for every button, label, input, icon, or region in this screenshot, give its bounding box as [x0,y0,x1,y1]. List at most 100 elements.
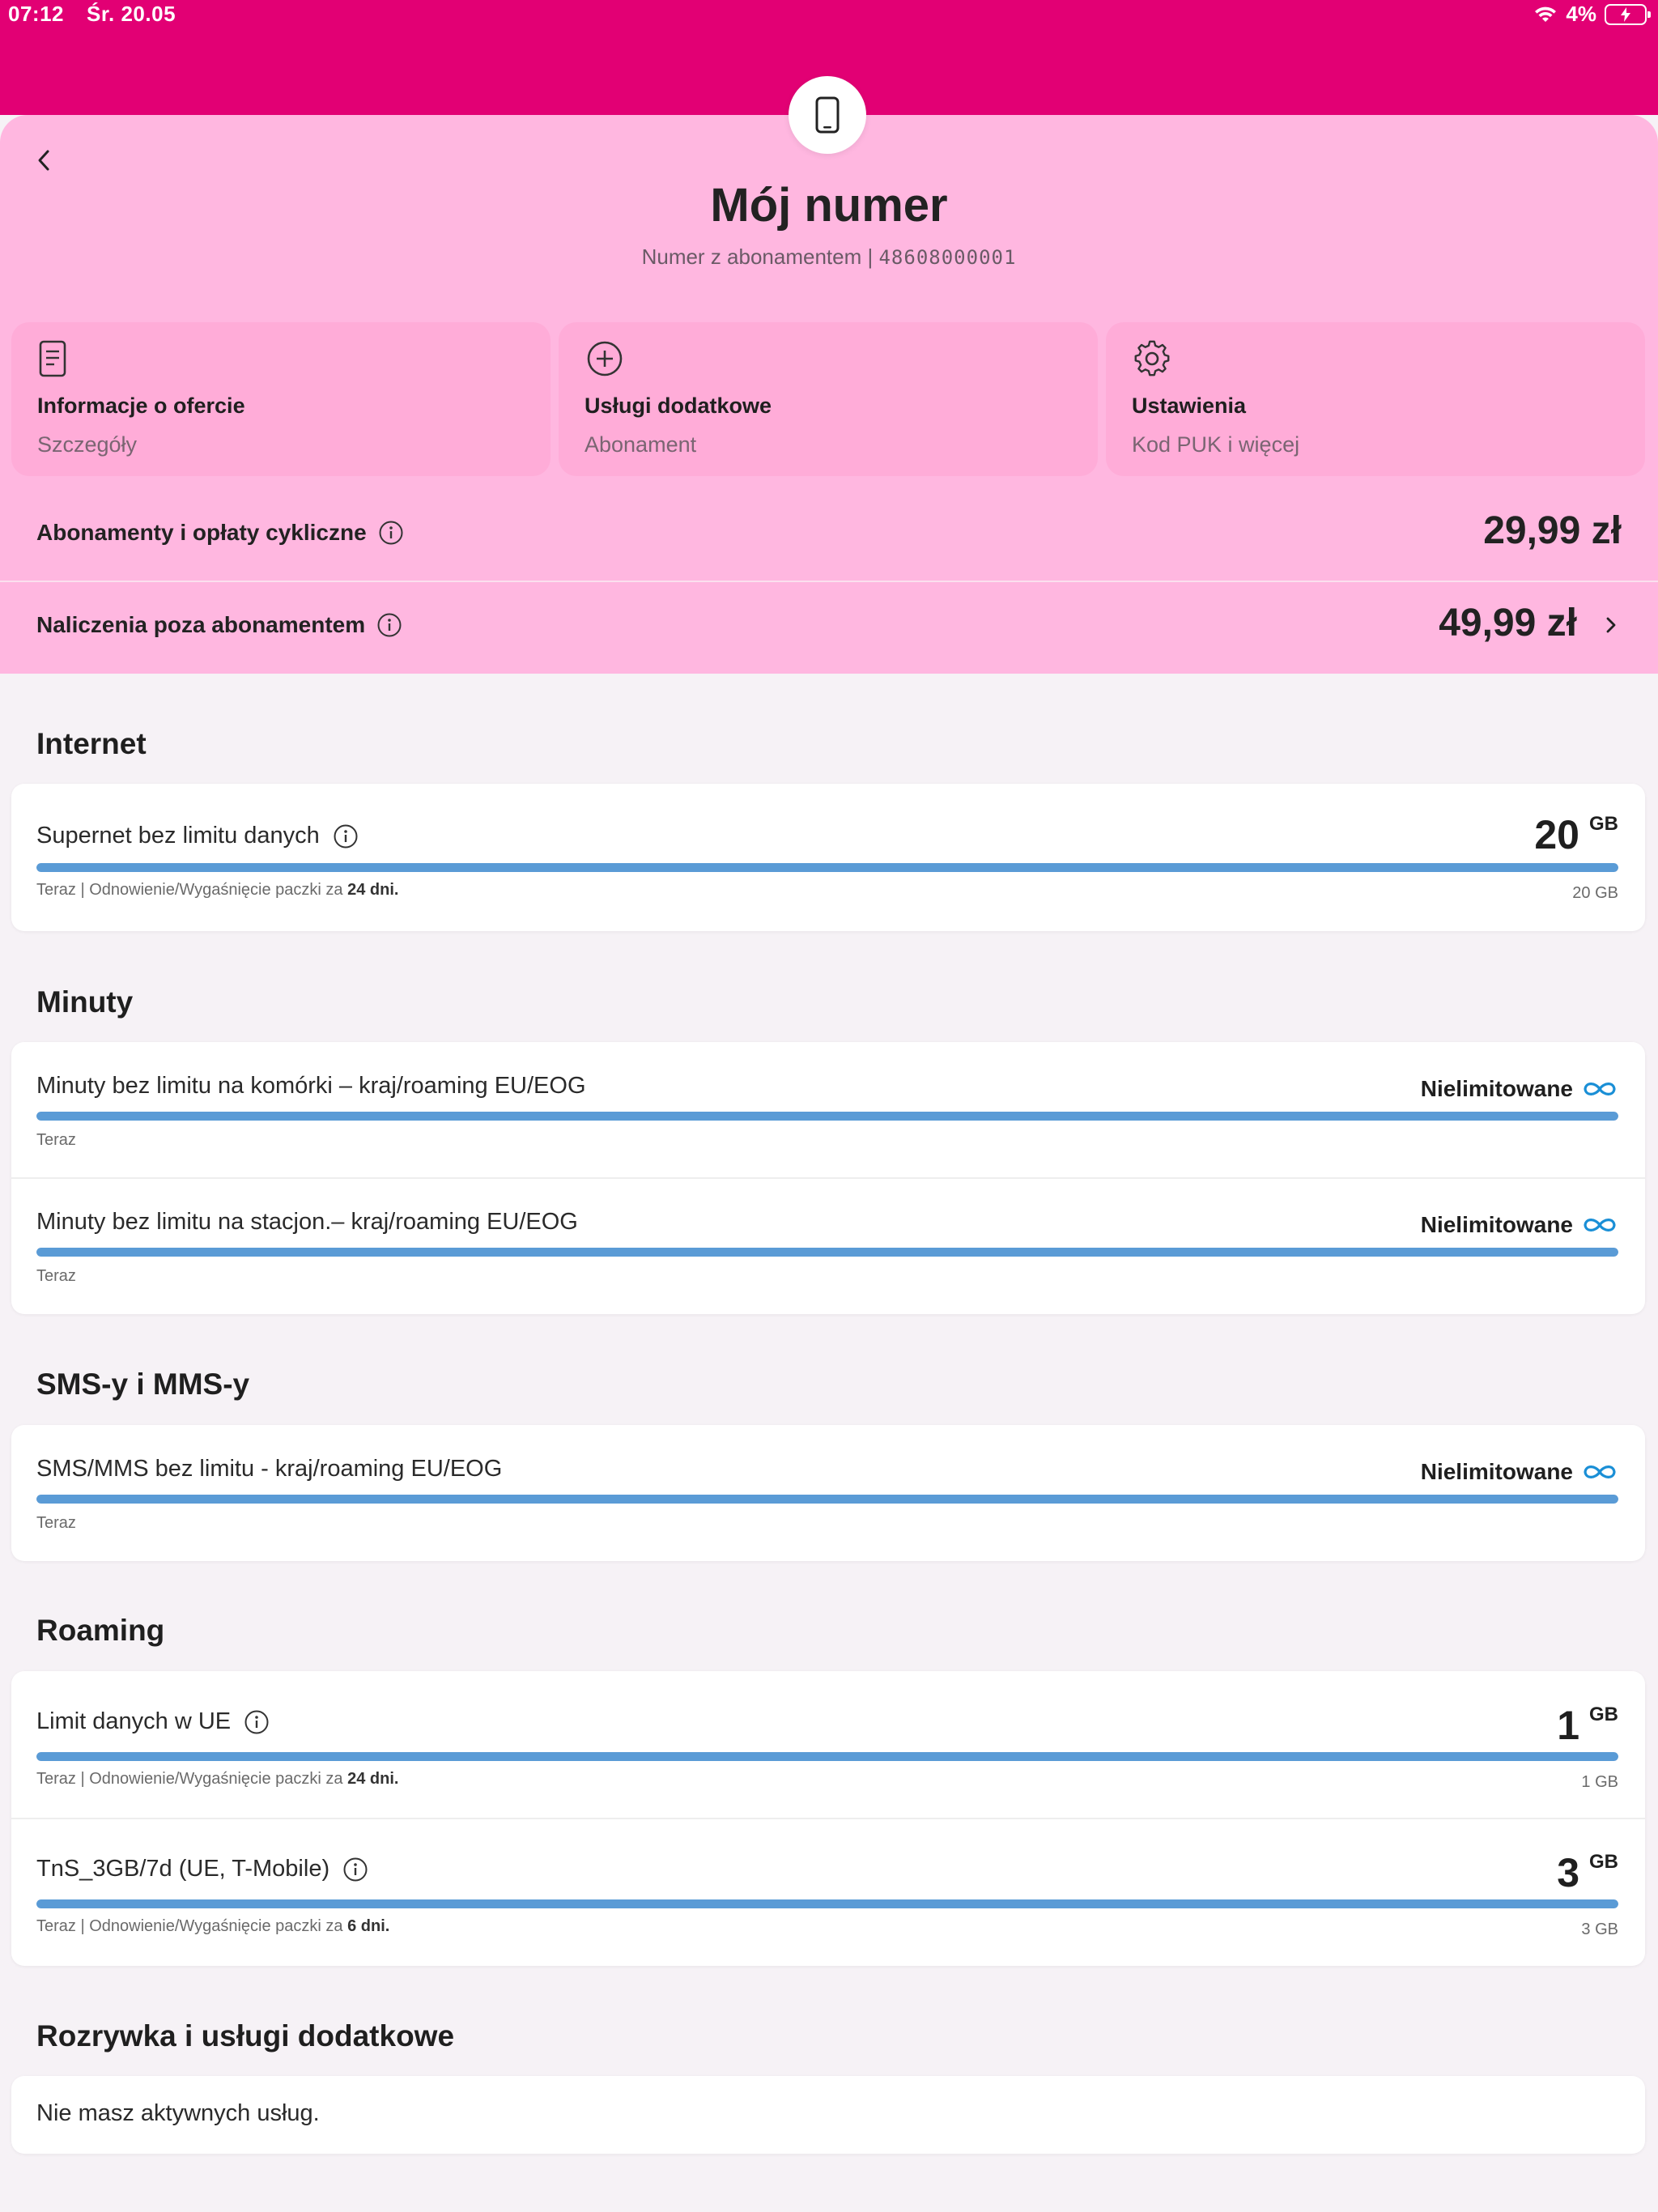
recurring-fees-text: Abonamenty i opłaty cykliczne [36,520,367,545]
usage-bar [36,1899,1618,1908]
item-meta: Teraz [36,1514,76,1532]
smartphone-icon [815,96,840,134]
value-unit: GB [1589,1704,1618,1725]
fees-divider [0,581,1658,582]
section-title-minutes: Minuty [36,985,134,1019]
unlimited-status: Nielimitowane [1421,1459,1618,1485]
gear-icon [1134,340,1170,376]
section-title-entertainment: Rozrywka i usługi dodatkowe [36,2019,455,2052]
extra-charges-amount: 49,99 zł [1439,602,1577,644]
item-label: Limit danych w UE [36,1708,270,1735]
section-title-internet: Internet [36,727,147,760]
unlimited-status: Nielimitowane [1421,1212,1618,1238]
info-icon[interactable] [244,1709,270,1735]
info-icon[interactable] [376,612,402,638]
roaming-item-tns[interactable]: TnS_3GB/7d (UE, T-Mobile) 3 GB Teraz | Od… [11,1819,1645,1966]
tile-subtitle: Kod PUK i więcej [1132,432,1300,457]
value-unit: GB [1589,813,1618,835]
status-time: 07:12 [8,2,64,26]
renewal-info: Teraz | Odnowienie/Wygaśnięcie paczki za… [36,1770,398,1789]
usage-bar-fill [36,1752,1618,1761]
unlimited-text: Nielimitowane [1420,1212,1573,1237]
usage-bar [36,1112,1618,1121]
internet-item[interactable]: Supernet bez limitu danych 20 GB Teraz | … [11,784,1645,931]
roaming-item-eu-limit[interactable]: Limit danych w UE 1 GB Teraz | Odnowienie… [11,1671,1645,1819]
status-date: Śr. 20.05 [87,2,176,26]
tile-title: Informacje o ofercie [37,393,245,418]
recurring-fees-amount: 29,99 zł [1483,509,1622,552]
item-meta: Teraz [36,1131,76,1149]
tile-settings[interactable]: Ustawienia Kod PUK i więcej [1106,322,1645,476]
renewal-days: 24 dni. [347,1770,399,1788]
usage-bar-fill [36,1112,1618,1121]
section-title-roaming: Roaming [36,1614,165,1647]
value-unit: GB [1589,1851,1618,1873]
internet-value: 20 GB [1534,811,1618,858]
roaming-card: Limit danych w UE 1 GB Teraz | Odnowienie… [11,1671,1645,1966]
section-title-sms: SMS-y i MMS-y [36,1368,250,1401]
page-subtitle: Numer z abonamentem | 48608000001 [0,245,1658,270]
item-label: Minuty bez limitu na stacjon.– kraj/roam… [36,1209,578,1235]
back-button[interactable] [28,141,60,180]
infinity-icon [1584,1465,1616,1478]
extra-charges-label: Naliczenia poza abonamentem [36,612,402,638]
minutes-item-mobile[interactable]: Minuty bez limitu na komórki – kraj/roam… [11,1042,1645,1178]
plus-circle-icon [587,341,623,376]
value-number: 3 [1557,1850,1579,1895]
battery-percent: 4% [1566,2,1596,26]
recurring-fees-label: Abonamenty i opłaty cykliczne [36,520,404,546]
info-icon[interactable] [342,1857,368,1882]
renewal-info: Teraz | Odnowienie/Wygaśnięcie paczki za… [36,1917,389,1936]
entertainment-card: Nie masz aktywnych usług. [11,2076,1645,2154]
extra-charges-row[interactable]: Naliczenia poza abonamentem 49,99 zł [0,583,1658,670]
infinity-icon [1584,1219,1616,1231]
internet-label-text: Supernet bez limitu danych [36,823,320,849]
tile-additional-services[interactable]: Usługi dodatkowe Abonament [559,322,1098,476]
unlimited-text: Nielimitowane [1420,1076,1573,1101]
renewal-days: 6 dni. [347,1917,390,1935]
renewal-prefix: Teraz | Odnowienie/Wygaśnięcie paczki za [36,1770,348,1788]
renewal-prefix: Teraz | Odnowienie/Wygaśnięcie paczki za [36,881,348,899]
item-label: Supernet bez limitu danych [36,823,359,849]
info-icon[interactable] [378,520,404,546]
tile-subtitle: Abonament [585,432,697,457]
usage-bar [36,1248,1618,1257]
recurring-fees-row: Abonamenty i opłaty cykliczne 29,99 zł [0,491,1658,578]
usage-bar [36,1495,1618,1504]
roaming-label-text: Limit danych w UE [36,1708,232,1734]
internet-card: Supernet bez limitu danych 20 GB Teraz | … [11,784,1645,931]
document-icon [39,340,66,377]
phone-number: 48608000001 [878,246,1017,269]
tile-subtitle: Szczegóły [37,432,138,457]
battery-icon [1605,3,1651,25]
minutes-item-landline[interactable]: Minuty bez limitu na stacjon.– kraj/roam… [11,1178,1645,1314]
empty-state-text: Nie masz aktywnych usług. [36,2100,320,2126]
subtitle-prefix: Numer z abonamentem | [641,245,879,269]
item-label: Minuty bez limitu na komórki – kraj/roam… [36,1073,586,1099]
usage-bar-fill [36,1495,1618,1504]
extra-charges-text: Naliczenia poza abonamentem [36,612,366,637]
chevron-right-icon [1606,617,1616,633]
total-amount: 3 GB [1581,1921,1618,1938]
item-meta: Teraz [36,1267,76,1285]
item-label: SMS/MMS bez limitu - kraj/roaming EU/EOG [36,1456,503,1482]
roaming-value: 3 GB [1557,1849,1618,1896]
info-icon[interactable] [333,823,359,849]
tile-offer-info[interactable]: Informacje o ofercie Szczegóły [11,322,551,476]
usage-bar-fill [36,1248,1618,1257]
value-number: 20 [1534,812,1579,857]
page-title: Mój numer [710,179,948,232]
unlimited-text: Nielimitowane [1420,1459,1573,1484]
minutes-card: Minuty bez limitu na komórki – kraj/roam… [11,1042,1645,1314]
sms-item[interactable]: SMS/MMS bez limitu - kraj/roaming EU/EOG… [11,1425,1645,1561]
phone-badge [789,76,866,154]
renewal-days: 24 dni. [347,881,399,899]
usage-bar-fill [36,1899,1618,1908]
chevron-left-icon [38,150,49,171]
roaming-value: 1 GB [1557,1702,1618,1749]
roaming-label-text: TnS_3GB/7d (UE, T-Mobile) [36,1856,330,1882]
renewal-prefix: Teraz | Odnowienie/Wygaśnięcie paczki za [36,1917,348,1935]
usage-bar [36,863,1618,872]
sms-card: SMS/MMS bez limitu - kraj/roaming EU/EOG… [11,1425,1645,1561]
total-amount: 1 GB [1581,1773,1618,1791]
